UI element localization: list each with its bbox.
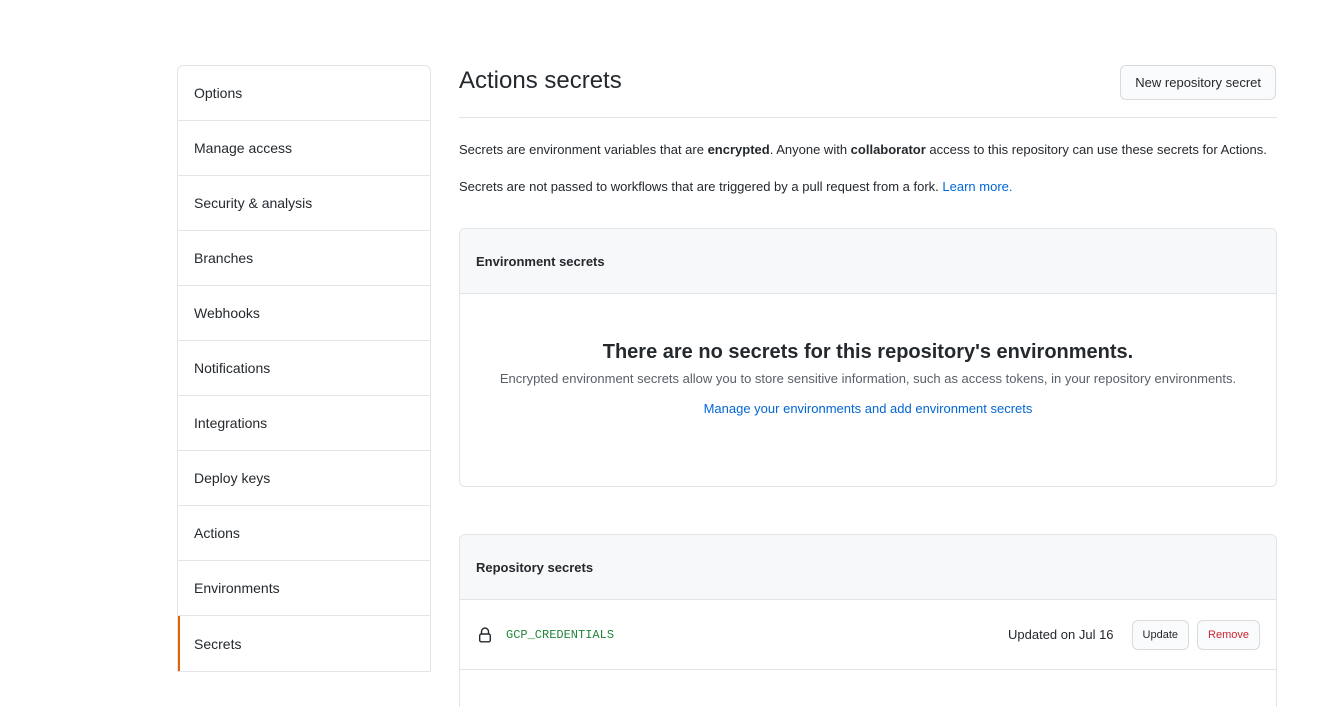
- sidebar-item-branches[interactable]: Branches: [178, 231, 430, 286]
- sidebar-item-manage-access[interactable]: Manage access: [178, 121, 430, 176]
- sidebar-item-label: Integrations: [194, 415, 268, 431]
- manage-environments-link[interactable]: Manage your environments and add environ…: [704, 401, 1033, 416]
- repository-secrets-header: Repository secrets: [460, 535, 1276, 600]
- intro-bold-encrypted: encrypted: [707, 142, 770, 157]
- environment-secrets-header: Environment secrets: [460, 229, 1276, 294]
- blank-slate-description: Encrypted environment secrets allow you …: [499, 371, 1237, 386]
- sidebar-item-secrets[interactable]: Secrets: [178, 616, 430, 672]
- intro-text: access to this repository can use these …: [925, 142, 1267, 157]
- page-title: Actions secrets: [459, 67, 622, 94]
- sidebar-item-label: Security & analysis: [194, 195, 313, 211]
- repository-secrets-box: Repository secrets GCP_CREDENTIALS Updat…: [459, 534, 1277, 707]
- sidebar-item-security-analysis[interactable]: Security & analysis: [178, 176, 430, 231]
- main-content: Actions secrets New repository secret Se…: [459, 65, 1277, 707]
- sidebar-item-label: Notifications: [194, 360, 271, 376]
- sidebar-item-actions[interactable]: Actions: [178, 506, 430, 561]
- sidebar-item-label: Deploy keys: [194, 470, 271, 486]
- intro-text-encrypted: Secrets are environment variables that a…: [459, 140, 1277, 160]
- page-header: Actions secrets New repository secret: [459, 65, 1277, 118]
- intro-text: . Anyone with: [769, 142, 851, 157]
- learn-more-link[interactable]: Learn more.: [942, 179, 1012, 194]
- sidebar-item-options[interactable]: Options: [178, 66, 430, 121]
- secret-updated-date: Updated on Jul 16: [1008, 627, 1114, 642]
- sidebar-item-environments[interactable]: Environments: [178, 561, 430, 616]
- blank-slate-title: There are no secrets for this repository…: [602, 341, 1134, 363]
- sidebar-item-webhooks[interactable]: Webhooks: [178, 286, 430, 341]
- intro-text: Secrets are not passed to workflows that…: [459, 179, 943, 194]
- sidebar-item-notifications[interactable]: Notifications: [178, 341, 430, 396]
- environment-secrets-box: Environment secrets There are no secrets…: [459, 228, 1277, 487]
- intro-bold-collaborator: collaborator: [850, 142, 926, 157]
- environment-secrets-blank-slate: There are no secrets for this repository…: [460, 294, 1276, 416]
- settings-sidebar: Options Manage access Security & analysi…: [177, 65, 431, 672]
- secret-row: GCP_CREDENTIALS Updated on Jul 16 Update…: [460, 600, 1276, 670]
- sidebar-item-deploy-keys[interactable]: Deploy keys: [178, 451, 430, 506]
- sidebar-item-label: Environments: [194, 580, 280, 596]
- sidebar-item-label: Secrets: [194, 635, 242, 652]
- sidebar-item-label: Actions: [194, 525, 240, 541]
- secret-name: GCP_CREDENTIALS: [506, 627, 615, 642]
- sidebar-item-label: Options: [194, 85, 243, 101]
- sidebar-item-label: Webhooks: [194, 305, 260, 321]
- sidebar-item-integrations[interactable]: Integrations: [178, 396, 430, 451]
- sidebar-item-label: Manage access: [194, 140, 293, 156]
- sidebar-item-label: Branches: [194, 250, 254, 266]
- remove-secret-button[interactable]: Remove: [1197, 619, 1260, 650]
- new-repository-secret-button[interactable]: New repository secret: [1120, 65, 1276, 100]
- update-secret-button[interactable]: Update: [1131, 619, 1190, 650]
- lock-icon: [478, 626, 492, 643]
- intro-text: Secrets are environment variables that a…: [459, 142, 708, 157]
- intro-text-fork: Secrets are not passed to workflows that…: [459, 177, 1277, 197]
